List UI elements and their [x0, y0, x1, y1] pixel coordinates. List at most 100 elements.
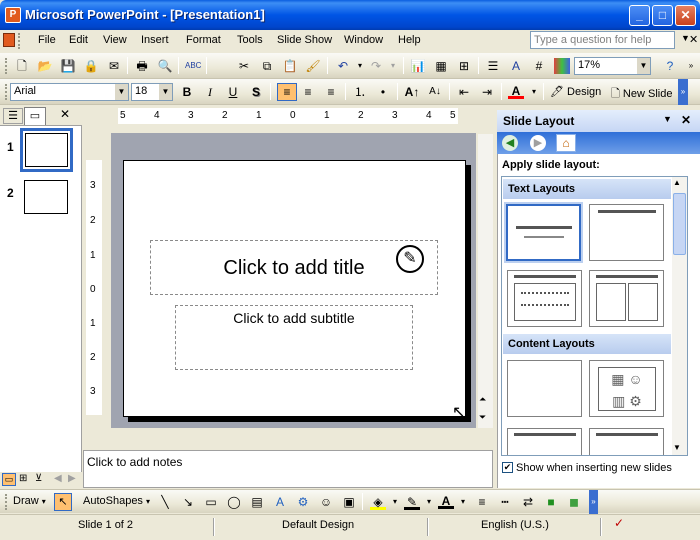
toolbar-options-icon[interactable]: » [678, 79, 688, 105]
minimize-button[interactable]: _ [629, 5, 650, 26]
home-icon[interactable]: ⌂ [556, 134, 576, 152]
increase-font-size-icon[interactable]: A↑ [404, 84, 420, 100]
numbering-icon[interactable]: ⒈ [352, 84, 368, 100]
new-slide-button[interactable]: 🗋 New Slide [611, 85, 672, 104]
bold-button[interactable]: B [179, 84, 195, 100]
redo-icon[interactable]: ↷ [368, 58, 384, 74]
toolbar-grip[interactable] [5, 58, 8, 74]
cut-icon[interactable]: ✂ [236, 58, 252, 74]
layout-title-slide[interactable] [506, 204, 581, 261]
slide-sorter-view-icon[interactable]: ⊞ [19, 473, 27, 484]
undo-dropdown-icon[interactable]: ▾ [352, 58, 368, 74]
forward-icon[interactable]: ▶ [530, 135, 546, 151]
insert-picture-icon[interactable]: ▣ [341, 494, 357, 510]
powerpoint-app-icon[interactable]: P [5, 7, 21, 23]
next-slide-icon[interactable]: ⏷ [479, 412, 486, 423]
text-box-icon[interactable]: ▤ [249, 494, 265, 510]
wordart-icon[interactable]: A [272, 494, 288, 510]
scroll-right-icon[interactable]: ▶ [68, 473, 76, 484]
redo-dropdown-icon[interactable]: ▾ [385, 58, 401, 74]
layout-title-and-text[interactable] [507, 270, 582, 327]
menu-slide-show[interactable]: Slide Show [277, 34, 332, 46]
zoom-select[interactable]: 17% ▼ [574, 57, 651, 75]
spelling-icon[interactable]: ABC [185, 58, 201, 74]
layout-title-only[interactable] [589, 204, 664, 261]
menu-window[interactable]: Window [344, 34, 383, 46]
menu-tools[interactable]: Tools [237, 34, 263, 46]
title-placeholder[interactable]: Click to add title [150, 240, 438, 295]
subtitle-placeholder[interactable]: Click to add subtitle [175, 305, 413, 370]
clip-art-icon[interactable]: ☺ [318, 494, 334, 510]
font-color-dropdown-icon[interactable]: ▾ [526, 84, 542, 100]
line-icon[interactable]: ╲ [157, 494, 173, 510]
smart-tag-icon[interactable]: ✎ [396, 245, 424, 273]
menu-file[interactable]: File [38, 34, 56, 46]
italic-button[interactable]: I [202, 84, 218, 100]
task-pane-menu-icon[interactable]: ▼ [663, 114, 672, 124]
spelling-status-icon[interactable]: ✓ [614, 516, 624, 530]
print-preview-icon[interactable]: 🔍 [157, 58, 173, 74]
dash-style-icon[interactable]: ┅ [497, 494, 513, 510]
color-grayscale-icon[interactable] [554, 58, 570, 74]
maximize-button[interactable]: □ [652, 5, 673, 26]
back-icon[interactable]: ◀ [502, 135, 518, 151]
autoshapes-menu[interactable]: AutoShapes ▾ [83, 495, 150, 507]
font-color-icon[interactable]: A [508, 83, 524, 99]
scroll-down-icon[interactable]: ▼ [673, 443, 681, 452]
task-pane-close-icon[interactable]: ✕ [681, 113, 691, 127]
select-objects-icon[interactable]: ↖ [54, 493, 72, 511]
save-icon[interactable]: 💾 [60, 58, 76, 74]
pane-close-icon[interactable]: ✕ [60, 107, 70, 121]
normal-view-icon[interactable]: ▭ [2, 473, 16, 486]
close-button[interactable]: ✕ [675, 5, 696, 26]
open-icon[interactable]: 📂 [37, 58, 53, 74]
line-color-dropdown-icon[interactable]: ▾ [421, 494, 437, 510]
email-icon[interactable]: ✉ [106, 58, 122, 74]
fill-color-icon[interactable]: ◈ [370, 494, 386, 510]
slides-tab-icon[interactable]: ▭ [24, 107, 46, 125]
expand-all-icon[interactable]: ☰ [485, 58, 501, 74]
toolbar-options-icon[interactable]: » [589, 490, 598, 514]
font-color-draw-icon[interactable]: A [438, 493, 454, 509]
help-search-input[interactable]: Type a question for help [530, 31, 675, 49]
insert-table-icon[interactable]: ▦ [433, 58, 449, 74]
copy-icon[interactable]: ⧉ [259, 58, 275, 74]
outline-tab-icon[interactable]: ☰ [3, 108, 23, 124]
align-center-icon[interactable]: ≡ [300, 84, 316, 100]
decrease-font-size-icon[interactable]: A↓ [427, 84, 443, 100]
grid-icon[interactable]: # [531, 58, 547, 74]
menu-grip[interactable] [18, 33, 21, 49]
notes-pane[interactable]: Click to add notes [83, 450, 493, 488]
slide-vertical-scrollbar[interactable]: ⏶ ⏷ [478, 134, 493, 428]
layout-title-two-column-text[interactable] [589, 270, 664, 327]
scroll-left-icon[interactable]: ◀ [54, 473, 62, 484]
font-size-dropdown-icon[interactable]: ▼ [159, 84, 172, 100]
slide-show-view-icon[interactable]: ⊻ [35, 473, 42, 484]
layout-title-and-content[interactable] [507, 428, 582, 455]
help-icon[interactable]: ? [662, 58, 678, 74]
3d-style-icon[interactable]: ◼ [566, 494, 582, 510]
rectangle-icon[interactable]: ▭ [203, 494, 219, 510]
layout-title-two-content[interactable] [589, 428, 664, 455]
decrease-indent-icon[interactable]: ⇤ [456, 84, 472, 100]
toolbar-grip[interactable] [5, 494, 8, 510]
paste-icon[interactable]: 📋 [282, 58, 298, 74]
line-style-icon[interactable]: ≡ [474, 494, 490, 510]
diagram-icon[interactable]: ⚙ [295, 494, 311, 510]
show-formatting-icon[interactable]: A [508, 58, 524, 74]
previous-slide-icon[interactable]: ⏶ [479, 394, 486, 405]
fill-color-dropdown-icon[interactable]: ▾ [387, 494, 403, 510]
toolbar-grip[interactable] [5, 84, 8, 100]
document-icon[interactable] [3, 33, 15, 47]
shadow-button[interactable]: S [248, 84, 264, 100]
line-color-icon[interactable]: ✎ [404, 494, 420, 510]
menu-view[interactable]: View [103, 34, 127, 46]
arrow-style-icon[interactable]: ⇄ [520, 494, 536, 510]
zoom-dropdown-icon[interactable]: ▼ [637, 58, 650, 74]
oval-icon[interactable]: ◯ [226, 494, 242, 510]
scroll-thumb[interactable] [673, 193, 686, 255]
undo-icon[interactable]: ↶ [335, 58, 351, 74]
arrow-icon[interactable]: ↘ [180, 494, 196, 510]
font-color-draw-dropdown-icon[interactable]: ▾ [455, 494, 471, 510]
bullets-icon[interactable]: • [375, 84, 391, 100]
